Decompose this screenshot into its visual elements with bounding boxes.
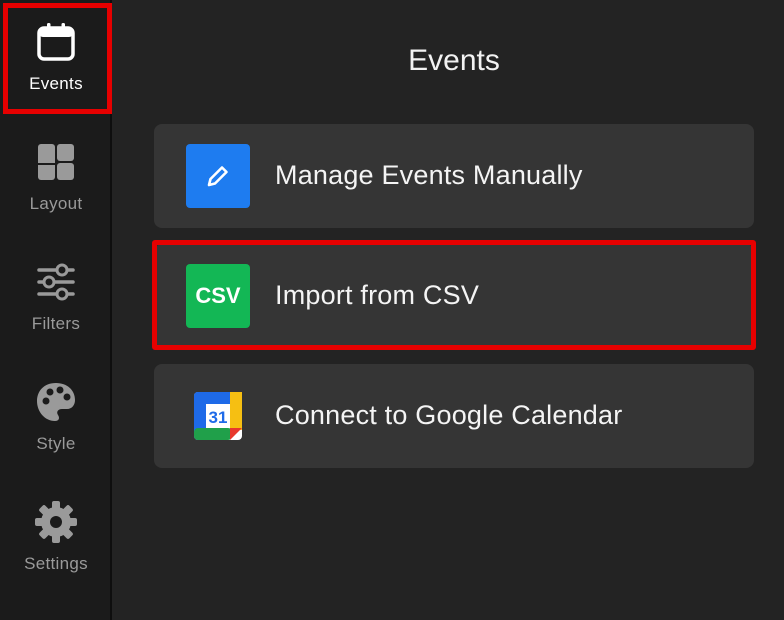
sidebar-item-label: Events <box>29 74 83 93</box>
sidebar-item-filters[interactable]: Filters <box>0 240 112 352</box>
option-label: Connect to Google Calendar <box>275 400 623 430</box>
calendar-day-text: 31 <box>209 408 228 427</box>
option-label: Manage Events Manually <box>275 160 583 190</box>
sidebar-item-layout[interactable]: Layout <box>0 120 112 232</box>
sidebar: Events Layout Filters Style Settings <box>0 0 112 620</box>
main-panel: Events Manage Events Manually CSV Import… <box>114 0 784 620</box>
sidebar-item-label: Filters <box>31 314 81 333</box>
pencil-icon <box>186 144 250 208</box>
layout-grid-icon <box>34 140 78 184</box>
sidebar-item-label: Settings <box>24 554 88 573</box>
app-window: Events Layout Filters Style Settings Eve… <box>0 0 784 620</box>
manage-events-manually-button[interactable]: Manage Events Manually <box>154 124 754 228</box>
gear-icon <box>34 500 78 544</box>
import-from-csv-button[interactable]: CSV Import from CSV <box>154 244 754 348</box>
sidebar-item-settings[interactable]: Settings <box>0 480 112 592</box>
option-label: Import from CSV <box>275 280 480 310</box>
palette-icon <box>34 380 78 424</box>
sidebar-item-style[interactable]: Style <box>0 360 112 472</box>
csv-icon: CSV <box>186 264 250 328</box>
connect-google-calendar-button[interactable]: 31 Connect to Google Calendar <box>154 364 754 468</box>
sidebar-item-label: Style <box>36 434 76 453</box>
calendar-icon <box>34 20 78 64</box>
sidebar-item-label: Layout <box>29 194 83 213</box>
page-title: Events <box>408 44 500 77</box>
sidebar-item-events[interactable]: Events <box>0 0 112 112</box>
sliders-icon <box>34 260 78 304</box>
google-calendar-icon: 31 <box>186 384 250 448</box>
